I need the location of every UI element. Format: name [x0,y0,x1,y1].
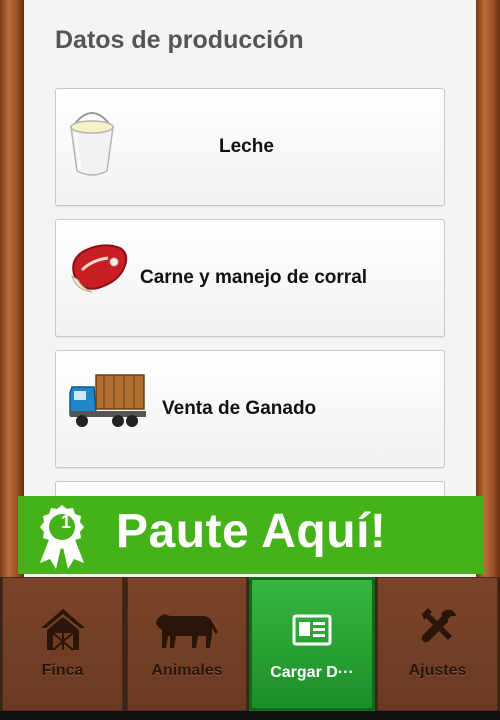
badge-number: 1 [60,512,71,532]
house-icon [40,609,85,651]
wood-frame-left [0,0,24,577]
cow-icon [156,614,218,648]
milk-bucket-icon [70,112,114,176]
card-leche[interactable]: Leche [55,88,445,206]
tab-finca[interactable]: Finca [2,577,123,711]
tools-icon [421,608,456,643]
tab-bar: Finca Animales Cargar D··· Ajustes [0,577,500,720]
tab-ajustes[interactable]: Ajustes [377,577,498,711]
tab-animales-label: Animales [151,662,223,679]
tab-cargar-datos[interactable]: Cargar D··· [249,577,375,711]
card-venta-ganado-label: Venta de Ganado [162,398,317,419]
tab-ajustes-label: Ajustes [408,662,467,679]
id-card-icon [292,614,332,646]
card-leche-label: Leche [219,136,274,157]
tab-animales[interactable]: Animales [127,577,247,711]
banner-text: Paute Aquí! [116,505,387,558]
card-venta-ganado[interactable]: Venta de Ganado [55,350,445,468]
tab-finca-label: Finca [41,662,84,679]
wood-frame-right [476,0,500,577]
truck-icon [69,374,146,427]
ad-banner[interactable]: 1 Paute Aquí! [18,496,484,574]
section-title: Datos de producción [55,26,304,54]
bottom-strip [0,711,500,720]
card-carne-label: Carne y manejo de corral [140,267,368,288]
meat-icon [71,244,128,293]
card-carne[interactable]: Carne y manejo de corral [55,219,445,337]
tab-cargar-datos-label: Cargar D··· [270,664,354,681]
